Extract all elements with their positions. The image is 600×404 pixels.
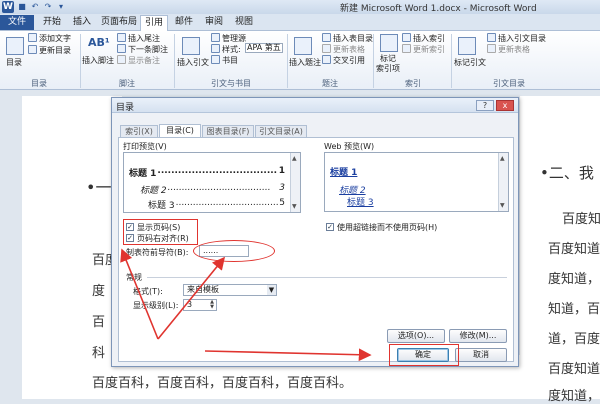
annotation-arrows: [120, 248, 372, 362]
annotation-arrow-to-ok: [204, 348, 372, 362]
annotation-arrow-to-leader: [157, 256, 226, 340]
annotation-arrow-to-checkboxes: [120, 248, 159, 340]
